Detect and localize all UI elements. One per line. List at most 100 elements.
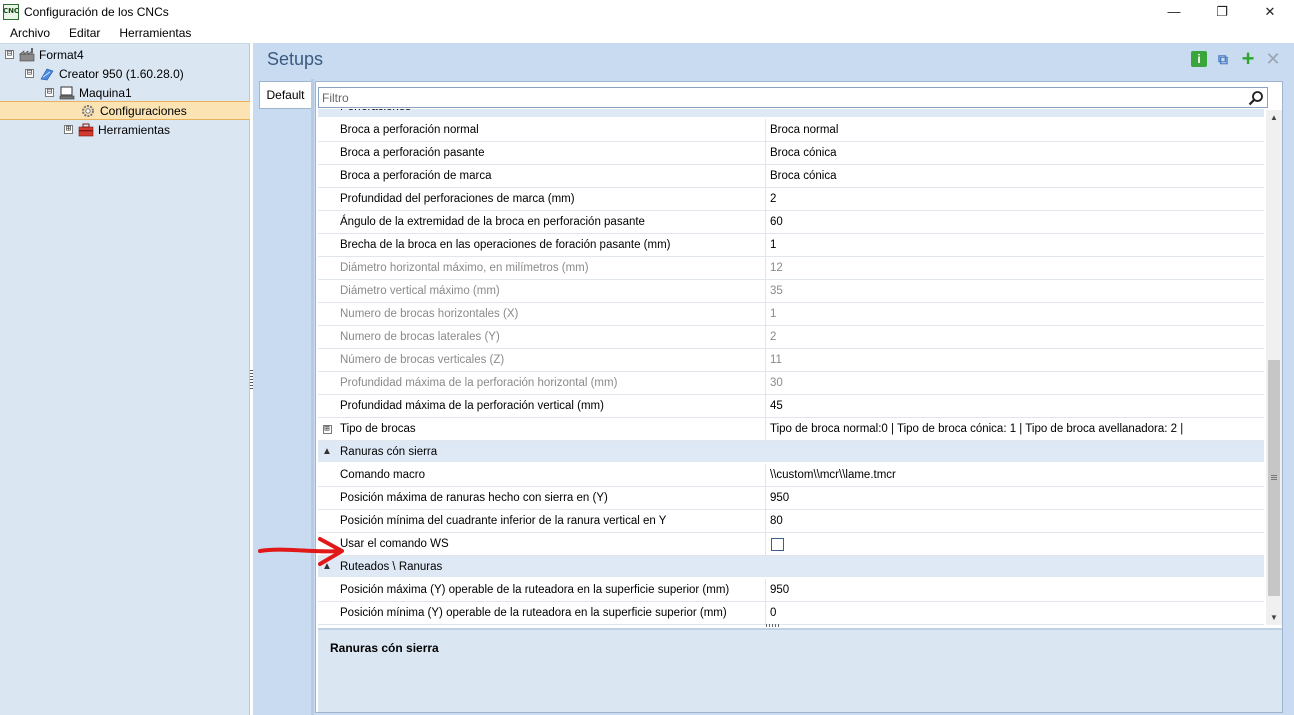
tree-node-herramientas[interactable]: ⊞ Herramientas xyxy=(64,120,170,139)
property-value[interactable]: \\custom\\mcr\\lame.tmcr xyxy=(766,464,1264,486)
property-value[interactable]: 1 xyxy=(766,234,1264,256)
category-label: Ruteados \ Ranuras xyxy=(340,560,443,573)
property-row[interactable]: Usar el comando WS xyxy=(318,533,1264,556)
panel-title: Setups xyxy=(267,49,324,69)
tree-node-creator[interactable]: ⊟ Creator 950 (1.60.28.0) xyxy=(25,64,184,83)
menu-editar[interactable]: Editar xyxy=(59,26,109,40)
property-value[interactable]: Tipo de broca normal:0 | Tipo de broca c… xyxy=(766,418,1264,440)
row-gutter xyxy=(318,487,336,509)
collapse-caret-icon[interactable]: ▲ xyxy=(318,446,336,457)
copy-icon[interactable]: ⧉ xyxy=(1214,50,1232,68)
property-value[interactable]: 45 xyxy=(766,395,1264,417)
computer-icon xyxy=(59,86,75,99)
tree-node-configuraciones[interactable]: Configuraciones xyxy=(80,101,187,120)
category-label: Ranuras cón sierra xyxy=(340,445,438,458)
scroll-up-icon[interactable]: ▲ xyxy=(1266,110,1282,125)
close-button[interactable]: ✕ xyxy=(1246,0,1294,23)
title-bar: CNC Configuración de los CNCs — ❐ ✕ xyxy=(0,0,1294,23)
property-name: Numero de brocas laterales (Y) xyxy=(336,326,766,348)
property-row[interactable]: Profundidad máxima de la perforación ver… xyxy=(318,395,1264,418)
tree-node-label: Maquina1 xyxy=(79,85,132,100)
row-gutter xyxy=(318,142,336,164)
property-row[interactable]: Comando macro \\custom\\mcr\\lame.tmcr xyxy=(318,464,1264,487)
filter-input[interactable]: Filtro xyxy=(318,87,1268,108)
row-gutter xyxy=(318,211,336,233)
property-row[interactable]: ⊞ Tipo de brocas Tipo de broca normal:0 | … xyxy=(318,418,1264,441)
cnc-app-icon: CNC xyxy=(3,3,19,20)
description-splitter[interactable] xyxy=(766,624,780,627)
menu-herramientas[interactable]: Herramientas xyxy=(109,26,200,40)
property-value-checkbox-cell[interactable] xyxy=(766,533,1264,555)
remove-icon[interactable]: ✕ xyxy=(1264,49,1282,69)
property-row[interactable]: Brecha de la broca en las operaciones de… xyxy=(318,234,1264,257)
property-value[interactable]: 2 xyxy=(766,326,1264,348)
property-row[interactable]: Ángulo de la extremidad de la broca en p… xyxy=(318,211,1264,234)
panel-toolbar: i ⧉ + ✕ xyxy=(1191,46,1282,71)
gear-icon xyxy=(82,104,94,117)
search-icon[interactable] xyxy=(1248,90,1264,106)
collapse-icon[interactable]: ⊟ xyxy=(5,50,14,59)
window-controls: — ❐ ✕ xyxy=(1150,0,1294,23)
expand-icon[interactable]: ⊞ xyxy=(322,424,332,434)
property-value[interactable]: 2 xyxy=(766,188,1264,210)
property-row[interactable]: Posición mínima (Y) operable de la rutea… xyxy=(318,602,1264,625)
menu-archivo[interactable]: Archivo xyxy=(0,26,59,40)
maximize-button[interactable]: ❐ xyxy=(1198,0,1246,23)
scroll-thumb[interactable] xyxy=(1268,360,1280,596)
use-ws-command-checkbox[interactable] xyxy=(771,537,784,551)
property-row[interactable]: Profundidad del perforaciones de marca (… xyxy=(318,188,1264,211)
row-gutter xyxy=(318,579,336,601)
row-gutter xyxy=(318,349,336,371)
category-header[interactable]: ▲ Ruteados \ Ranuras xyxy=(318,556,1264,577)
tree-node-format4[interactable]: ⊟ Format4 xyxy=(5,45,84,64)
category-header[interactable]: ▲ Ranuras cón sierra xyxy=(318,441,1264,462)
tab-default[interactable]: Default xyxy=(259,81,311,109)
info-icon[interactable]: i xyxy=(1191,51,1207,67)
property-row[interactable]: Posición mínima del cuadrante inferior d… xyxy=(318,510,1264,533)
property-row[interactable]: Profundidad máxima de la perforación hor… xyxy=(318,372,1264,395)
property-value[interactable]: Broca cónica xyxy=(766,165,1264,187)
property-row[interactable]: Diámetro vertical máximo (mm) 35 xyxy=(318,280,1264,303)
property-value[interactable]: 12 xyxy=(766,257,1264,279)
expand-icon[interactable]: ⊞ xyxy=(64,125,73,134)
property-row[interactable]: Posición máxima de ranuras hecho con sie… xyxy=(318,487,1264,510)
row-gutter xyxy=(318,326,336,348)
property-value[interactable]: 0 xyxy=(766,602,1264,624)
property-value[interactable]: 60 xyxy=(766,211,1264,233)
property-row[interactable]: Broca a perforación de marca Broca cónica xyxy=(318,165,1264,188)
minimize-button[interactable]: — xyxy=(1150,0,1198,23)
property-row[interactable]: Numero de brocas horizontales (X) 1 xyxy=(318,303,1264,326)
scroll-down-icon[interactable]: ▼ xyxy=(1266,610,1282,625)
thumb-grip xyxy=(1271,475,1277,480)
property-row[interactable]: Posición máxima (Y) operable de la rutea… xyxy=(318,579,1264,602)
property-value[interactable]: 950 xyxy=(766,487,1264,509)
property-name: Broca a perforación normal xyxy=(336,119,766,141)
tree-node-maquina1[interactable]: ⊟ Maquina1 xyxy=(45,83,132,102)
property-name: Número de brocas verticales (Z) xyxy=(336,349,766,371)
row-gutter xyxy=(318,372,336,394)
category-header[interactable]: ▲Perforaciónes xyxy=(318,109,1264,117)
property-row[interactable]: Diámetro horizontal máximo, en milímetro… xyxy=(318,257,1264,280)
row-gutter xyxy=(318,510,336,532)
property-value[interactable]: Broca normal xyxy=(766,119,1264,141)
property-value[interactable]: Broca cónica xyxy=(766,142,1264,164)
collapse-icon[interactable]: ⊟ xyxy=(25,69,34,78)
tree-node-label: Creator 950 (1.60.28.0) xyxy=(59,66,184,81)
property-row[interactable]: Número de brocas verticales (Z) 11 xyxy=(318,349,1264,372)
property-name: Posición máxima (Y) operable de la rutea… xyxy=(336,579,766,601)
row-gutter xyxy=(318,188,336,210)
property-value[interactable]: 950 xyxy=(766,579,1264,601)
vertical-scrollbar[interactable]: ▲ ▼ xyxy=(1266,110,1282,625)
property-value[interactable]: 80 xyxy=(766,510,1264,532)
property-value[interactable]: 35 xyxy=(766,280,1264,302)
property-value[interactable]: 1 xyxy=(766,303,1264,325)
property-row[interactable]: Numero de brocas laterales (Y) 2 xyxy=(318,326,1264,349)
property-row[interactable]: Broca a perforación pasante Broca cónica xyxy=(318,142,1264,165)
property-grid: ▲Perforaciónes Broca a perforación normal… xyxy=(318,109,1266,625)
collapse-caret-icon[interactable]: ▲ xyxy=(318,109,336,112)
add-icon[interactable]: + xyxy=(1239,46,1257,71)
property-value[interactable]: 11 xyxy=(766,349,1264,371)
property-value[interactable]: 30 xyxy=(766,372,1264,394)
collapse-icon[interactable]: ⊟ xyxy=(45,88,54,97)
property-row[interactable]: Broca a perforación normal Broca normal xyxy=(318,119,1264,142)
